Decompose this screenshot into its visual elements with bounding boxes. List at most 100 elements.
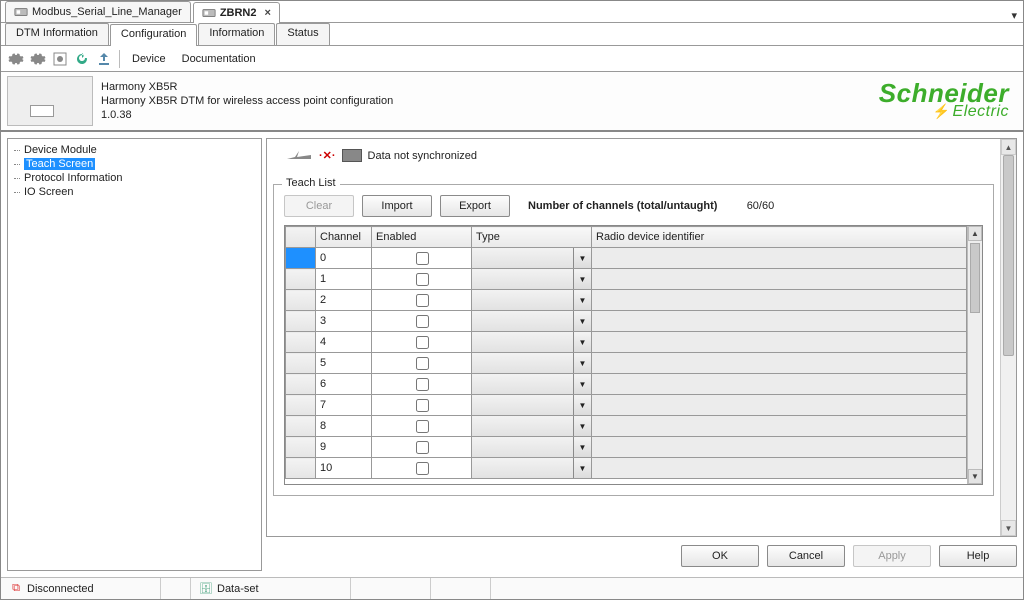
col-type[interactable]: Type (472, 227, 592, 248)
tree-node-device-module[interactable]: Device Module (10, 143, 259, 157)
menu-documentation[interactable]: Documentation (176, 53, 262, 65)
chevron-down-icon[interactable]: ▼ (574, 311, 591, 331)
enabled-checkbox[interactable] (416, 315, 429, 328)
cell-enabled[interactable] (372, 353, 472, 374)
cell-type[interactable]: ▼ (472, 416, 592, 437)
table-row[interactable]: 5▼ (286, 353, 967, 374)
row-header[interactable] (286, 416, 316, 437)
tab-dtm-information[interactable]: DTM Information (5, 23, 109, 45)
cell-radio-id[interactable] (592, 437, 967, 458)
col-radio[interactable]: Radio device identifier (592, 227, 967, 248)
tree-node-protocol-information[interactable]: Protocol Information (10, 171, 259, 185)
help-button[interactable]: Help (939, 545, 1017, 567)
table-row[interactable]: 4▼ (286, 332, 967, 353)
enabled-checkbox[interactable] (416, 252, 429, 265)
enabled-checkbox[interactable] (416, 378, 429, 391)
cell-type[interactable]: ▼ (472, 374, 592, 395)
cell-enabled[interactable] (372, 374, 472, 395)
close-icon[interactable]: × (265, 7, 271, 19)
table-row[interactable]: 7▼ (286, 395, 967, 416)
cell-enabled[interactable] (372, 290, 472, 311)
enabled-checkbox[interactable] (416, 294, 429, 307)
content-scrollbar[interactable]: ▲ ▼ (1000, 139, 1016, 536)
enabled-checkbox[interactable] (416, 462, 429, 475)
chevron-down-icon[interactable]: ▼ (574, 353, 591, 373)
cell-radio-id[interactable] (592, 416, 967, 437)
row-header[interactable] (286, 374, 316, 395)
chevron-down-icon[interactable]: ▼ (574, 437, 591, 457)
cell-enabled[interactable] (372, 395, 472, 416)
cell-type[interactable]: ▼ (472, 269, 592, 290)
table-row[interactable]: 2▼ (286, 290, 967, 311)
scroll-up-icon[interactable]: ▲ (968, 226, 982, 241)
ok-button[interactable]: OK (681, 545, 759, 567)
enabled-checkbox[interactable] (416, 420, 429, 433)
gear-icon[interactable] (29, 50, 47, 68)
row-header[interactable] (286, 290, 316, 311)
scroll-thumb[interactable] (970, 243, 980, 313)
table-row[interactable]: 9▼ (286, 437, 967, 458)
cell-type[interactable]: ▼ (472, 332, 592, 353)
cell-radio-id[interactable] (592, 248, 967, 269)
menu-device[interactable]: Device (126, 53, 172, 65)
table-row[interactable]: 6▼ (286, 374, 967, 395)
chevron-down-icon[interactable]: ▼ (574, 416, 591, 436)
scroll-down-icon[interactable]: ▼ (1001, 520, 1016, 536)
scroll-up-icon[interactable]: ▲ (1001, 139, 1016, 155)
cell-radio-id[interactable] (592, 332, 967, 353)
cell-enabled[interactable] (372, 458, 472, 479)
enabled-checkbox[interactable] (416, 273, 429, 286)
scroll-thumb[interactable] (1003, 155, 1014, 356)
cell-enabled[interactable] (372, 248, 472, 269)
settings-icon[interactable] (51, 50, 69, 68)
row-header[interactable] (286, 458, 316, 479)
col-enabled[interactable]: Enabled (372, 227, 472, 248)
cell-radio-id[interactable] (592, 269, 967, 290)
tab-zbrn2[interactable]: ZBRN2 × (193, 2, 280, 23)
teach-table[interactable]: Channel Enabled Type Radio device identi… (284, 225, 983, 485)
cell-radio-id[interactable] (592, 458, 967, 479)
cell-channel[interactable]: 1 (316, 269, 372, 290)
chevron-down-icon[interactable]: ▼ (574, 374, 591, 394)
cell-channel[interactable]: 0 (316, 248, 372, 269)
chevron-down-icon[interactable]: ▼ (574, 395, 591, 415)
tab-status[interactable]: Status (276, 23, 329, 45)
table-row[interactable]: 1▼ (286, 269, 967, 290)
cell-type[interactable]: ▼ (472, 311, 592, 332)
cell-type[interactable]: ▼ (472, 248, 592, 269)
tree-node-teach-screen[interactable]: Teach Screen (10, 157, 259, 171)
export-button[interactable]: Export (440, 195, 510, 217)
scroll-down-icon[interactable]: ▼ (968, 469, 982, 484)
cell-channel[interactable]: 8 (316, 416, 372, 437)
cell-type[interactable]: ▼ (472, 395, 592, 416)
table-row[interactable]: 3▼ (286, 311, 967, 332)
chevron-down-icon[interactable]: ▼ (574, 332, 591, 352)
chevron-down-icon[interactable]: ▼ (574, 290, 591, 310)
enabled-checkbox[interactable] (416, 441, 429, 454)
row-header[interactable] (286, 269, 316, 290)
tab-overflow-arrow[interactable]: ▾ (1005, 9, 1023, 22)
cell-channel[interactable]: 9 (316, 437, 372, 458)
cell-enabled[interactable] (372, 437, 472, 458)
tree-view[interactable]: Device Module Teach Screen Protocol Info… (7, 138, 262, 571)
cell-radio-id[interactable] (592, 353, 967, 374)
cell-channel[interactable]: 7 (316, 395, 372, 416)
upload-icon[interactable] (95, 50, 113, 68)
chevron-down-icon[interactable]: ▼ (574, 269, 591, 289)
cell-radio-id[interactable] (592, 290, 967, 311)
col-channel[interactable]: Channel (316, 227, 372, 248)
table-row[interactable]: 8▼ (286, 416, 967, 437)
apply-button[interactable]: Apply (853, 545, 931, 567)
cell-radio-id[interactable] (592, 395, 967, 416)
enabled-checkbox[interactable] (416, 336, 429, 349)
cell-channel[interactable]: 6 (316, 374, 372, 395)
cell-channel[interactable]: 4 (316, 332, 372, 353)
enabled-checkbox[interactable] (416, 399, 429, 412)
gear-icon[interactable] (7, 50, 25, 68)
row-header[interactable] (286, 437, 316, 458)
cell-enabled[interactable] (372, 332, 472, 353)
cell-type[interactable]: ▼ (472, 437, 592, 458)
clear-button[interactable]: Clear (284, 195, 354, 217)
cell-enabled[interactable] (372, 311, 472, 332)
tab-modbus-serial-line-manager[interactable]: Modbus_Serial_Line_Manager (5, 1, 191, 22)
